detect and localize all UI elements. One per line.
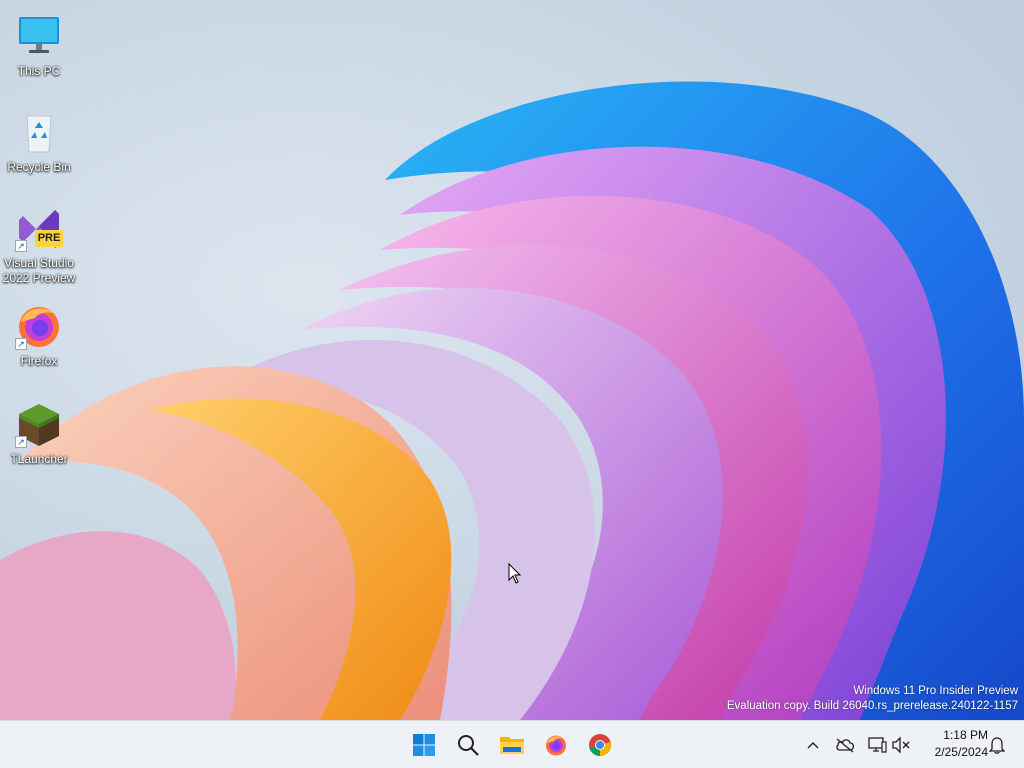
desktop-icon-this-pc[interactable]: This PC: [2, 8, 76, 96]
desktop[interactable]: This PC Recycle Bin PRE ↗ Visual Studio …: [0, 0, 1024, 720]
desktop-icon-label: Recycle Bin: [7, 160, 71, 174]
tlauncher-icon: ↗: [15, 400, 63, 448]
this-pc-icon: [15, 12, 63, 60]
search-button[interactable]: [448, 725, 488, 765]
wallpaper-bloom: [0, 81, 1024, 720]
windows-start-icon: [413, 734, 435, 756]
bell-icon: [989, 737, 1005, 754]
start-button[interactable]: [404, 725, 444, 765]
desktop-icon-label: Firefox: [20, 354, 58, 368]
shortcut-arrow-icon: ↗: [15, 338, 27, 350]
clock-date: 2/25/2024: [934, 745, 988, 759]
build-watermark: Windows 11 Pro Insider Preview Evaluatio…: [727, 684, 1018, 714]
shortcut-arrow-icon: ↗: [15, 436, 27, 448]
show-hidden-icons-button[interactable]: [802, 733, 824, 757]
volume-muted-icon: [892, 736, 910, 754]
visual-studio-icon: PRE ↗: [15, 204, 63, 252]
desktop-icon-firefox[interactable]: ↗ Firefox: [2, 298, 76, 386]
chevron-up-icon: [807, 742, 819, 749]
volume-tray-button[interactable]: [890, 733, 912, 757]
mouse-pointer-icon: [508, 563, 522, 584]
recycle-bin-icon: [15, 108, 63, 156]
network-tray-button[interactable]: [866, 733, 888, 757]
desktop-icon-tlauncher[interactable]: ↗ TLauncher: [2, 396, 76, 484]
desktop-icon-visual-studio[interactable]: PRE ↗ Visual Studio 2022 Preview: [2, 200, 76, 296]
desktop-icon-label: TLauncher: [10, 452, 68, 466]
onedrive-tray-button[interactable]: [834, 733, 856, 757]
taskbar: 1:18 PM 2/25/2024: [0, 720, 1024, 768]
watermark-line-edition: Windows 11 Pro Insider Preview: [853, 685, 1018, 697]
desktop-icon-label: Visual Studio 2022 Preview: [2, 256, 76, 285]
desktop-icon-label: This PC: [17, 64, 61, 78]
clock-button[interactable]: 1:18 PM 2/25/2024: [918, 727, 988, 761]
firefox-icon: ↗: [15, 302, 63, 350]
desktop-icon-recycle-bin[interactable]: Recycle Bin: [2, 104, 76, 192]
folder-icon: [500, 737, 524, 754]
chrome-icon: [589, 734, 611, 756]
search-icon: [458, 735, 479, 756]
shortcut-arrow-icon: ↗: [15, 240, 27, 252]
firefox-icon: [546, 735, 566, 756]
preview-badge: PRE: [35, 230, 63, 247]
onedrive-offline-icon: [836, 738, 855, 753]
notifications-button[interactable]: [986, 733, 1008, 757]
firefox-taskbar-button[interactable]: [536, 725, 576, 765]
watermark-line-build: Evaluation copy. Build 26040.rs_prerelea…: [726, 700, 1018, 712]
network-icon: [868, 737, 887, 753]
clock-time: 1:18 PM: [943, 728, 988, 742]
file-explorer-button[interactable]: [492, 725, 532, 765]
chrome-taskbar-button[interactable]: [580, 725, 620, 765]
